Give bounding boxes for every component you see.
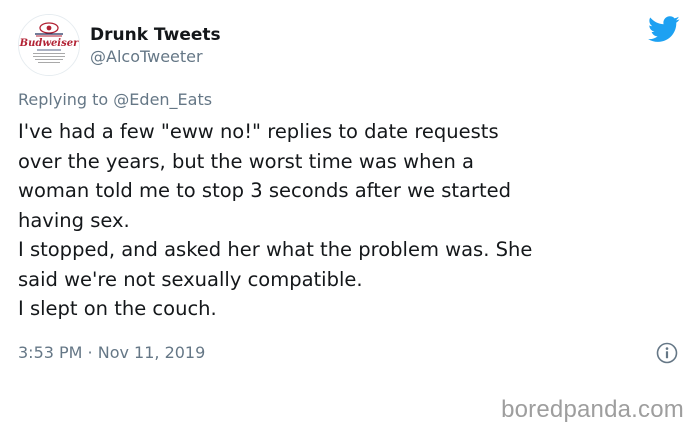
info-icon[interactable] <box>656 342 678 364</box>
user-handle[interactable]: @AlcoTweeter <box>90 46 221 67</box>
user-block: Drunk Tweets @AlcoTweeter <box>90 24 221 67</box>
tweet-header: Budweiser Drunk Tweets @AlcoTweeter <box>18 14 221 76</box>
watermark-footer: boredpanda.com <box>0 386 700 433</box>
budweiser-logo-icon: Budweiser <box>19 15 79 75</box>
tweet-card: Budweiser Drunk Tweets @AlcoTweeter Repl… <box>0 0 700 386</box>
reply-context: Replying to @Eden_Eats <box>18 90 212 110</box>
brand-text: Budweiser <box>19 38 79 49</box>
display-name[interactable]: Drunk Tweets <box>90 24 221 46</box>
reply-prefix: Replying to <box>18 90 109 109</box>
boredpanda-watermark: boredpanda.com <box>501 396 684 423</box>
twitter-bird-icon[interactable] <box>648 16 680 43</box>
reply-to-handle-link[interactable]: @Eden_Eats <box>113 90 212 109</box>
tweet-text: I've had a few "eww no!" replies to date… <box>18 120 533 320</box>
avatar[interactable]: Budweiser <box>18 14 80 76</box>
tweet-timestamp[interactable]: 3:53 PM · Nov 11, 2019 <box>18 343 205 363</box>
